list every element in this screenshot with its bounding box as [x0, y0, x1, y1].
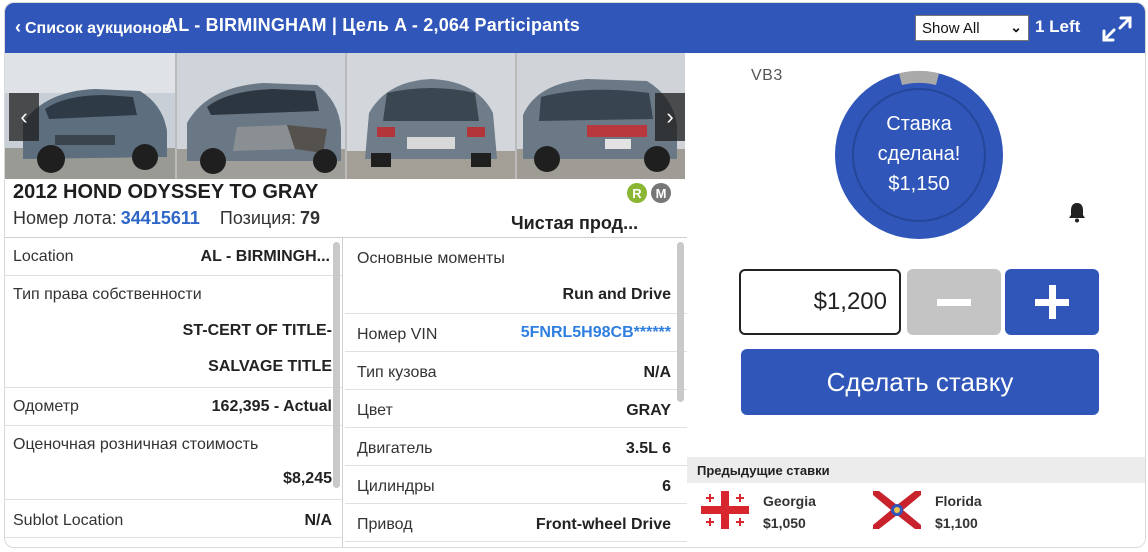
detail-row-est-value-amount: $8,245 — [5, 462, 342, 500]
previous-bid-amount: $1,050 — [763, 515, 806, 531]
back-to-auctions-link[interactable]: ‹ Список аукционов — [15, 17, 172, 38]
previous-bid-state: Florida — [935, 493, 982, 509]
position-value: 79 — [300, 208, 321, 228]
detail-row-title-type: Тип права собственности — [13, 286, 202, 303]
next-photo-button[interactable]: › — [655, 93, 685, 141]
previous-bid-state: Georgia — [763, 493, 816, 509]
position-label: Позиция: — [219, 208, 297, 228]
vehicle-photo[interactable] — [177, 53, 345, 179]
chevron-right-icon: › — [666, 104, 674, 129]
bid-status-amount: $1,150 — [888, 173, 950, 195]
decrease-bid-button[interactable] — [907, 269, 1001, 335]
detail-row-body-type: Тип кузова N/A — [345, 352, 687, 390]
chevron-left-icon: ‹ — [15, 17, 21, 37]
detail-row-location: Location AL - BIRMINGH... — [5, 238, 342, 276]
place-bid-button[interactable]: Сделать ставку — [741, 349, 1099, 415]
lots-left-count: 1 Left — [1035, 17, 1081, 36]
detail-row-title-type-value-2: SALVAGE TITLE — [5, 350, 342, 388]
detail-row-vin: Номер VIN 5FNRL5H98CB****** — [345, 314, 687, 352]
vin-link[interactable]: 5FNRL5H98CB****** — [521, 324, 671, 342]
detail-row-engine: Двигатель 3.5L 6 — [345, 428, 687, 466]
vehicle-photo[interactable] — [347, 53, 515, 179]
back-link-label: Список аукционов — [25, 20, 172, 37]
auction-window: ‹ Список аукционов AL - BIRMINGHAM | Цель… — [4, 2, 1146, 548]
previous-bids-heading: Предыдущие ставки — [687, 457, 1145, 483]
bid-amount-field[interactable]: $1,200 — [739, 269, 901, 335]
previous-bid-amount: $1,100 — [935, 515, 978, 531]
bid-status-line-1: Ставка — [886, 113, 952, 135]
increase-bid-button[interactable] — [1005, 269, 1099, 335]
bid-panel: VB3 Ставка сделана! $1,150 $1,200 Сделат… — [687, 53, 1145, 449]
vehicle-photo-strip: ‹ › — [5, 53, 685, 179]
lot-info-line: Номер лота: 34415611 Позиция: 79 — [13, 208, 320, 229]
previous-photo-button[interactable]: ‹ — [9, 93, 39, 141]
show-filter-value: Show All — [922, 19, 980, 37]
lot-number-link[interactable]: 34415611 — [121, 208, 200, 228]
details-right-scrollbar[interactable] — [677, 242, 684, 402]
previous-bid-item: Georgia $1,050 — [701, 489, 851, 533]
detail-row-highlights-value: Run and Drive — [345, 276, 687, 314]
detail-row-title-type-value-1: ST-CERT OF TITLE- — [182, 322, 332, 339]
vb3-label: VB3 — [751, 67, 783, 84]
show-filter-select[interactable]: Show All ⌄ — [915, 15, 1029, 41]
auction-title: AL - BIRMINGHAM | Цель A - 2,064 Partici… — [165, 15, 580, 35]
bid-status-line-2: сделана! — [877, 143, 961, 165]
detail-row-odometer: Одометр 162,395 - Actual — [5, 388, 342, 426]
sale-type: Чистая прод... — [511, 213, 639, 233]
bid-status-text: Ставка сделана! $1,150 — [833, 109, 1005, 199]
detail-row-sublot: Sublot Location N/A — [5, 500, 342, 538]
expand-icon[interactable] — [1099, 13, 1135, 45]
details-column-left: Location AL - BIRMINGH... Тип права собст… — [5, 238, 343, 547]
header-bar: ‹ Список аукционов AL - BIRMINGHAM | Цель… — [5, 3, 1145, 53]
detail-row-drive: Привод Front-wheel Drive — [345, 504, 687, 542]
detail-row-highlights: Основные моменты — [357, 250, 505, 267]
lot-number-label: Номер лота: — [13, 208, 117, 228]
florida-flag-icon — [873, 491, 921, 529]
georgia-flag-icon — [701, 491, 749, 529]
chevron-left-icon: ‹ — [20, 104, 28, 129]
detail-row-color: Цвет GRAY — [345, 390, 687, 428]
detail-row-est-value: Оценочная розничная стоимость — [13, 436, 259, 453]
badge-m-icon: M — [651, 183, 671, 203]
previous-bids: Предыдущие ставки Georgia $1,050 Florida… — [687, 457, 1145, 547]
badge-r-icon: R — [627, 183, 647, 203]
detail-row-cylinders: Цилиндры 6 — [345, 466, 687, 504]
previous-bid-item: Florida $1,100 — [873, 489, 1023, 533]
vehicle-title: 2012 HOND ODYSSEY TO GRAY — [13, 181, 319, 203]
details-left-scrollbar[interactable] — [333, 242, 340, 488]
chevron-down-icon: ⌄ — [1010, 19, 1022, 35]
details-column-right: Основные моменты Run and Drive Номер VIN… — [345, 238, 687, 547]
bell-icon[interactable] — [1067, 201, 1087, 223]
vehicle-details: Location AL - BIRMINGH... Тип права собст… — [5, 237, 687, 547]
